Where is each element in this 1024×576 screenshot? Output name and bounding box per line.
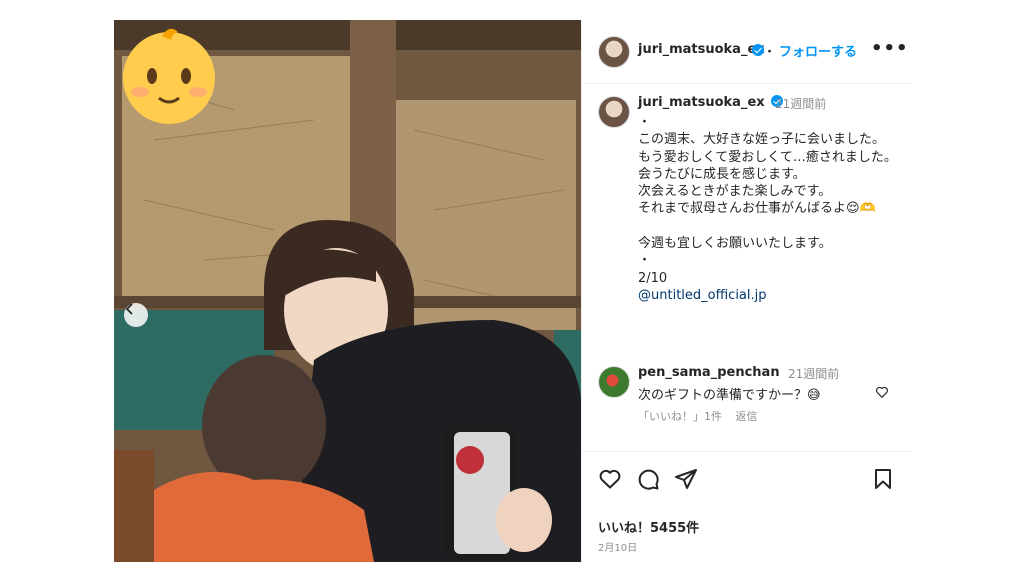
caption-line	[638, 218, 898, 235]
chevron-left-icon	[125, 303, 133, 315]
avatar[interactable]	[598, 36, 630, 68]
post-photo[interactable]	[114, 20, 581, 562]
comment-meta: 「いいね！」1件 返信	[638, 408, 768, 424]
post-header: juri_matsuoka_ex ・ フォローする •••	[582, 20, 910, 84]
comment-timestamp: 21週間前	[788, 367, 840, 381]
caption-line: 次会えるときがまた楽しみです。	[638, 184, 832, 200]
caption-timestamp: 21週間前	[775, 97, 827, 111]
comment-text: 次のギフトの準備ですかー？😅	[638, 388, 821, 403]
likes-count[interactable]: いいね！5455件	[598, 517, 699, 536]
caption-line: もう愛おしくて愛おしくて…癒されました。	[638, 149, 897, 165]
post-actions: いいね！5455件 2月10日	[582, 451, 910, 562]
heart-icon[interactable]	[598, 467, 622, 491]
comments-section[interactable]: juri_matsuoka_ex 21週間前 ・ この週末、大好きな姪っ子に会い…	[582, 84, 910, 451]
previous-image-button[interactable]	[124, 303, 148, 327]
caption-line: 2/10	[638, 270, 668, 286]
follow-button[interactable]: フォローする	[779, 41, 857, 60]
comment-username[interactable]: pen_sama_penchan	[638, 365, 780, 380]
comment-icon[interactable]	[636, 467, 660, 491]
paper-plane-icon[interactable]	[674, 467, 698, 491]
avatar[interactable]	[598, 96, 630, 128]
caption-line: 今週も宜しくお願いいたします。	[638, 236, 832, 252]
caption-mention-link[interactable]: @untitled_official.jp	[638, 287, 898, 304]
caption-line: この週末、大好きな姪っ子に会いました。	[638, 132, 886, 148]
caption-username[interactable]: juri_matsuoka_ex	[638, 95, 784, 110]
caption-line: ・	[638, 253, 652, 269]
post-date: 2月10日	[598, 543, 638, 554]
caption-text: ・ この週末、大好きな姪っ子に会いました。 もう愛おしくて愛おしくて…癒されまし…	[638, 114, 898, 304]
caption-line: 会うたびに成長を感じます。	[638, 166, 806, 182]
heart-icon[interactable]	[875, 385, 889, 399]
comment-reply-button[interactable]: 返信	[736, 410, 758, 423]
avatar[interactable]	[598, 366, 630, 398]
caption-line: ・	[638, 115, 652, 130]
instagram-post: juri_matsuoka_ex ・ フォローする ••• juri_matsu…	[114, 20, 910, 562]
post-details-panel: juri_matsuoka_ex ・ フォローする ••• juri_matsu…	[581, 20, 910, 562]
caption-line: それまで叔母さんお仕事がんばるよ😌🫶	[638, 201, 876, 217]
bookmark-icon[interactable]	[871, 467, 895, 491]
baby-face-emoji	[123, 28, 215, 124]
more-options-button[interactable]: •••	[871, 38, 909, 59]
comment-like-count[interactable]: 「いいね！」1件	[638, 410, 722, 423]
header-separator: ・	[763, 45, 777, 60]
